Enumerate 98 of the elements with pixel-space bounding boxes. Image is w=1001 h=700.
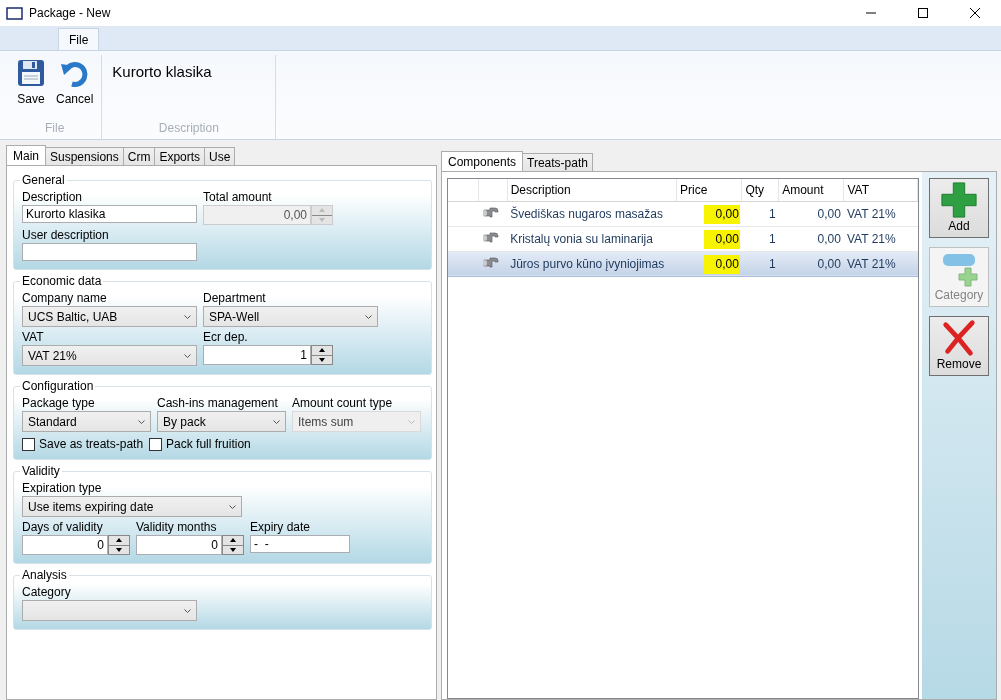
column-header[interactable]: VAT — [843, 179, 918, 201]
checkbox-label: Save as treats-path — [39, 437, 144, 451]
group-label: Description — [157, 121, 220, 137]
pipe-fitting-icon — [481, 255, 499, 269]
field-label: Validity months — [136, 520, 218, 534]
table-cell: 0,00 — [715, 231, 739, 246]
field-label: Category — [22, 585, 72, 599]
dropdown[interactable]: Standard — [22, 411, 151, 432]
field-label: VAT — [22, 330, 45, 344]
down-triangle-icon — [116, 547, 122, 552]
group-title: General — [21, 173, 66, 187]
column-header[interactable]: Qty — [741, 179, 779, 201]
chevron-down-icon — [273, 419, 280, 424]
checkbox[interactable] — [22, 437, 35, 451]
checkbox[interactable] — [149, 437, 163, 451]
dropdown[interactable]: UCS Baltic, UAB — [22, 306, 197, 327]
chevron-down-icon — [184, 314, 191, 319]
spin-down-button[interactable] — [312, 354, 332, 364]
dropdown[interactable]: VAT 21% — [22, 345, 197, 366]
number-field[interactable]: 0 — [22, 535, 108, 555]
plus-icon — [939, 181, 979, 219]
window-icon — [6, 5, 23, 21]
down-triangle-icon — [319, 357, 325, 362]
tab[interactable]: Main — [6, 145, 46, 166]
spin-down-button[interactable] — [109, 544, 129, 554]
field-label: Cash-ins management — [157, 396, 279, 410]
table-cell: VAT 21% — [843, 201, 918, 226]
down-triangle-icon — [319, 217, 325, 222]
chevron-down-icon — [184, 608, 191, 613]
selected-row[interactable]: Jūros purvo kūno įvyniojimas 0,00 1 0,00 VAT 21% — [448, 251, 918, 276]
maximize-icon[interactable] — [917, 7, 929, 19]
table-cell: 0,00 — [778, 201, 844, 226]
field-label: Days of validity — [22, 520, 104, 534]
group-title: Validity — [21, 464, 61, 478]
chevron-down-icon — [408, 419, 415, 424]
tab[interactable]: Use — [205, 147, 236, 166]
dropdown[interactable]: By pack — [157, 411, 286, 432]
group-title: Configuration — [21, 379, 95, 393]
tab[interactable]: Components — [441, 151, 524, 172]
table-cell: 1 — [741, 226, 779, 251]
table-row[interactable]: Kristalų vonia su laminarija 0,00 1 0,00 VAT 21% — [448, 226, 918, 251]
table-cell: Kristalų vonia su laminarija — [507, 226, 677, 251]
spin-up-button[interactable] — [109, 536, 129, 545]
up-triangle-icon — [319, 208, 325, 213]
field-label: Department — [203, 291, 267, 305]
number-field[interactable]: 1 — [203, 345, 311, 365]
text-field[interactable]: Kurorto klasika — [22, 205, 197, 223]
table-cell: Švediškas nugaros masažas — [507, 201, 677, 226]
up-triangle-icon — [230, 538, 236, 543]
down-triangle-icon — [230, 547, 236, 552]
field-label: Company name — [22, 291, 108, 305]
dropdown[interactable]: Use items expiring date — [22, 496, 242, 517]
save-icon — [16, 58, 46, 88]
cancel-button[interactable]: Cancel — [52, 55, 98, 121]
pipe-fitting-icon — [481, 230, 499, 244]
column-header[interactable]: Price — [676, 179, 742, 201]
spin-up-button[interactable] — [312, 346, 332, 355]
table-row[interactable]: Švediškas nugaros masažas 0,00 1 0,00 VAT 21% — [448, 201, 918, 226]
table-cell: 0,00 — [778, 226, 844, 251]
remove-button[interactable]: Remove — [929, 316, 989, 376]
group-title: Analysis — [21, 568, 68, 582]
field-label: Ecr dep. — [203, 330, 249, 344]
save-button[interactable]: Save — [12, 55, 50, 121]
table-cell: 0,00 — [715, 206, 739, 221]
column-header[interactable]: Amount — [778, 179, 844, 201]
spin-up-button[interactable] — [223, 536, 243, 545]
field-label: Total amount — [203, 190, 273, 204]
chevron-down-icon — [365, 314, 372, 319]
number-field[interactable]: 0 — [136, 535, 222, 555]
text-field[interactable] — [22, 243, 197, 261]
table-cell: VAT 21% — [843, 226, 918, 251]
group-title: Economic data — [21, 274, 103, 288]
table-cell: 0,00 — [715, 256, 739, 271]
description-text: Kurorto klasika — [111, 62, 213, 82]
group-label: File — [44, 121, 66, 137]
up-triangle-icon — [319, 348, 325, 353]
dropdown[interactable]: SPA-Well — [203, 306, 378, 327]
table-cell: 1 — [741, 201, 779, 226]
chevron-down-icon — [184, 353, 191, 358]
window-title: Package - New — [29, 6, 111, 20]
field-label: Package type — [22, 396, 96, 410]
field-label: Description — [22, 190, 84, 204]
ribbon-tab[interactable]: File — [58, 28, 100, 50]
up-triangle-icon — [116, 538, 122, 543]
column-header[interactable]: Description — [507, 179, 677, 201]
pipe-fitting-icon — [481, 205, 499, 219]
spin-down-button[interactable] — [223, 544, 243, 554]
chevron-down-icon — [229, 504, 236, 509]
field-label: Amount count type — [292, 396, 394, 410]
text-field[interactable]: - - — [250, 535, 350, 553]
add-button[interactable]: Add — [929, 178, 989, 238]
field-label: User description — [22, 228, 110, 242]
chevron-down-icon — [138, 419, 145, 424]
close-icon[interactable] — [969, 7, 981, 19]
table-cell: Jūros purvo kūno įvyniojimas — [507, 251, 677, 276]
field-label: Expiry date — [250, 520, 312, 534]
checkbox-label: Pack full fruition — [166, 437, 251, 451]
field-label: Expiration type — [22, 481, 103, 495]
